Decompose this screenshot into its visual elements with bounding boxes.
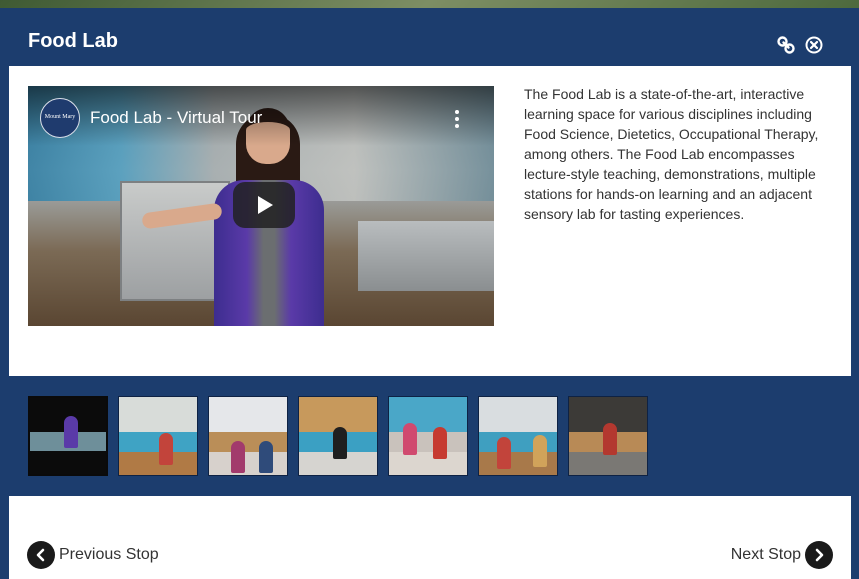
channel-logo[interactable]: Mount Mary: [40, 98, 80, 138]
more-options-icon[interactable]: [453, 110, 461, 130]
thumbnail-photo[interactable]: [118, 396, 198, 476]
play-button[interactable]: [233, 182, 295, 228]
next-stop-label: Next Stop: [730, 546, 801, 563]
video-frame-sink: [358, 221, 494, 291]
previous-stop-label: Previous Stop: [59, 546, 159, 563]
arrow-left-icon: [27, 541, 55, 569]
thumbnail-photo[interactable]: [388, 396, 468, 476]
thumbnail-photo[interactable]: [478, 396, 558, 476]
video-player[interactable]: Mount Mary Food Lab - Virtual Tour: [28, 86, 494, 326]
arrow-right-icon: [805, 541, 833, 569]
thumbnail-photo[interactable]: [298, 396, 378, 476]
thumbnail-photo[interactable]: [208, 396, 288, 476]
thumbnail-strip: [9, 376, 851, 496]
play-icon: [258, 196, 273, 214]
video-title[interactable]: Food Lab - Virtual Tour: [90, 108, 262, 128]
modal-dialog: Food Lab Mount Mary Food Lab - Virtual T…: [0, 8, 859, 579]
close-icon[interactable]: [804, 35, 824, 55]
navigation-footer: Previous Stop Next Stop: [9, 496, 851, 579]
link-icon[interactable]: [776, 35, 796, 55]
modal-title: Food Lab: [28, 30, 118, 52]
previous-stop-button[interactable]: Previous Stop: [27, 541, 159, 569]
next-stop-button[interactable]: Next Stop: [731, 541, 833, 569]
content-panel: Mount Mary Food Lab - Virtual Tour The F…: [9, 66, 851, 376]
thumbnail-photo[interactable]: [568, 396, 648, 476]
stop-description: The Food Lab is a state-of-the-art, inte…: [524, 86, 819, 222]
thumbnail-video[interactable]: [28, 396, 108, 476]
modal-header: Food Lab: [0, 8, 859, 66]
